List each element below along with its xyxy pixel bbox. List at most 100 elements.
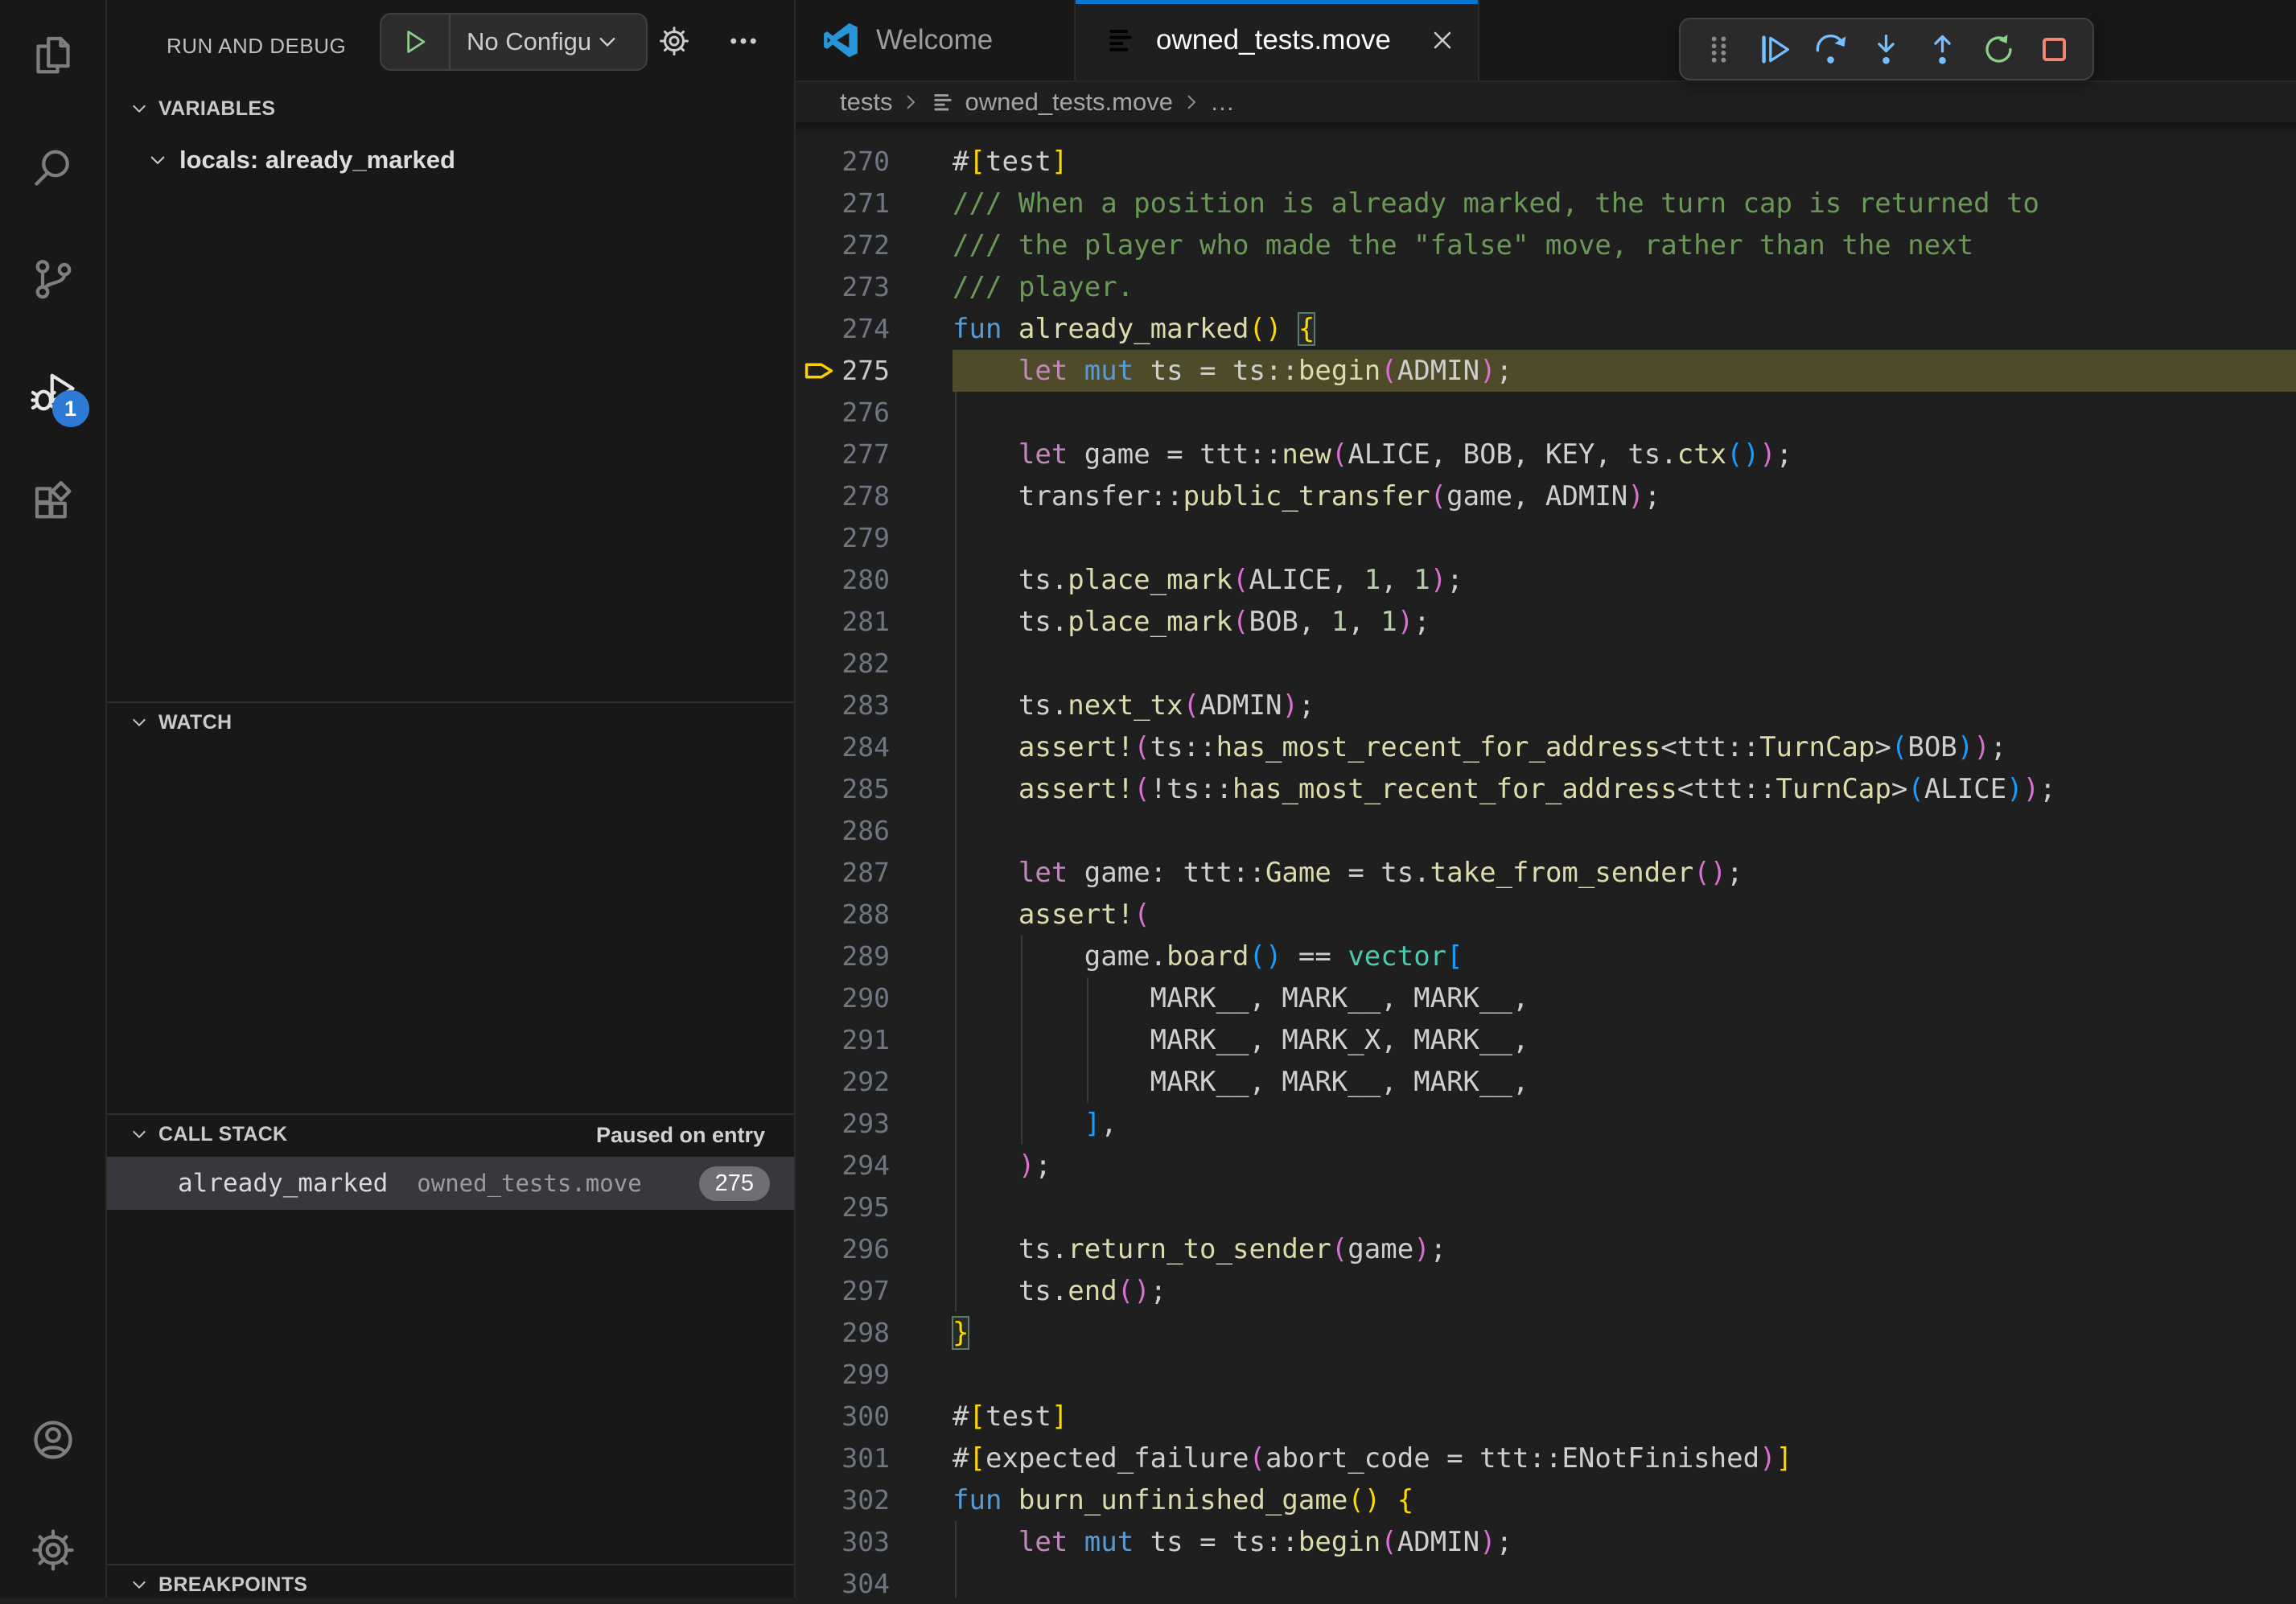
debug-config-dropdown[interactable]: No Configura <box>380 13 648 71</box>
code-line[interactable]: 279 <box>796 517 2296 559</box>
code-line[interactable]: 288 assert!( <box>796 894 2296 936</box>
activity-item-explorer[interactable] <box>23 26 83 85</box>
gutter[interactable]: 288 <box>796 894 953 936</box>
code-line[interactable]: 303 let mut ts = ts::begin(ADMIN); <box>796 1521 2296 1563</box>
gutter[interactable]: 295 <box>796 1187 953 1228</box>
code-line[interactable]: 284 assert!(ts::has_most_recent_for_addr… <box>796 726 2296 768</box>
gutter[interactable]: 276 <box>796 392 953 434</box>
debug-settings-gear-icon[interactable] <box>657 24 691 58</box>
code-line[interactable]: 273/// player. <box>796 266 2296 308</box>
restart-button[interactable] <box>1975 26 2022 72</box>
breadcrumb-item[interactable]: tests <box>840 88 892 117</box>
start-debug-icon[interactable] <box>381 26 449 58</box>
toolbar-gripper[interactable] <box>1695 26 1742 72</box>
gutter[interactable]: 294 <box>796 1145 953 1187</box>
chevron-down-icon[interactable] <box>594 28 621 56</box>
code-line[interactable]: 304 <box>796 1563 2296 1598</box>
code-line[interactable]: 294 ); <box>796 1145 2296 1187</box>
gutter[interactable]: 285 <box>796 768 953 810</box>
code-line[interactable]: 302fun burn_unfinished_game() { <box>796 1479 2296 1521</box>
gutter[interactable]: 280 <box>796 559 953 601</box>
gutter[interactable]: 304 <box>796 1563 953 1598</box>
code-line[interactable]: 275 let mut ts = ts::begin(ADMIN); <box>796 350 2296 392</box>
code-line[interactable]: 272/// the player who made the "false" m… <box>796 224 2296 266</box>
gutter[interactable]: 286 <box>796 810 953 852</box>
code-line[interactable]: 283 ts.next_tx(ADMIN); <box>796 685 2296 726</box>
code-line[interactable]: 270#[test] <box>796 141 2296 183</box>
gutter[interactable]: 279 <box>796 517 953 559</box>
code-line[interactable]: 277 let game = ttt::new(ALICE, BOB, KEY,… <box>796 434 2296 475</box>
activity-item-settings[interactable] <box>23 1520 83 1580</box>
gutter[interactable]: 270 <box>796 141 953 183</box>
gutter[interactable]: 274 <box>796 308 953 350</box>
gutter[interactable]: 277 <box>796 434 953 475</box>
code-line[interactable]: 285 assert!(!ts::has_most_recent_for_add… <box>796 768 2296 810</box>
code-line[interactable]: 296 ts.return_to_sender(game); <box>796 1228 2296 1270</box>
section-variables[interactable]: VARIABLES <box>107 89 794 128</box>
activity-item-source-control[interactable] <box>23 249 83 309</box>
code-line[interactable]: 299 <box>796 1354 2296 1396</box>
code-line[interactable]: 287 let game: ttt::Game = ts.take_from_s… <box>796 852 2296 894</box>
gutter[interactable]: 271 <box>796 183 953 224</box>
gutter[interactable]: 299 <box>796 1354 953 1396</box>
code-line[interactable]: 281 ts.place_mark(BOB, 1, 1); <box>796 601 2296 643</box>
code-line[interactable]: 290 MARK__, MARK__, MARK__, <box>796 977 2296 1019</box>
activity-item-extensions[interactable] <box>23 474 83 533</box>
code-line[interactable]: 286 <box>796 810 2296 852</box>
more-actions-icon[interactable] <box>726 24 760 58</box>
code-line[interactable]: 271/// When a position is already marked… <box>796 183 2296 224</box>
stop-button[interactable] <box>2031 26 2078 72</box>
step-over-button[interactable] <box>1807 26 1854 72</box>
gutter[interactable]: 281 <box>796 601 953 643</box>
gutter[interactable]: 293 <box>796 1103 953 1145</box>
code-line[interactable]: 301#[expected_failure(abort_code = ttt::… <box>796 1437 2296 1479</box>
gutter[interactable]: 296 <box>796 1228 953 1270</box>
gutter[interactable]: 282 <box>796 643 953 685</box>
debug-config-label[interactable]: No Configura <box>467 27 592 56</box>
step-out-button[interactable] <box>1920 26 1966 72</box>
gutter[interactable]: 300 <box>796 1396 953 1437</box>
code-line[interactable]: 297 ts.end(); <box>796 1270 2296 1312</box>
activity-item-account[interactable] <box>23 1410 83 1470</box>
activity-item-run-and-debug[interactable]: 1 <box>23 363 83 422</box>
step-into-button[interactable] <box>1863 26 1910 72</box>
code-line[interactable]: 278 transfer::public_transfer(game, ADMI… <box>796 475 2296 517</box>
code-line[interactable]: 282 <box>796 643 2296 685</box>
code-line[interactable]: 292 MARK__, MARK__, MARK__, <box>796 1061 2296 1103</box>
gutter[interactable]: 298 <box>796 1312 953 1354</box>
code-line[interactable]: 291 MARK__, MARK_X, MARK__, <box>796 1019 2296 1061</box>
gutter[interactable]: 303 <box>796 1521 953 1563</box>
continue-button[interactable] <box>1751 26 1798 72</box>
gutter[interactable]: 287 <box>796 852 953 894</box>
close-icon[interactable] <box>1428 26 1457 55</box>
gutter[interactable]: 275 <box>796 350 953 392</box>
gutter[interactable]: 302 <box>796 1479 953 1521</box>
breadcrumb-item[interactable]: … <box>1210 88 1235 117</box>
section-watch[interactable]: WATCH <box>107 703 794 742</box>
code-line[interactable]: 289 game.board() == vector[ <box>796 936 2296 977</box>
gutter[interactable]: 272 <box>796 224 953 266</box>
section-breakpoints[interactable]: BREAKPOINTS <box>107 1565 794 1604</box>
gutter[interactable]: 292 <box>796 1061 953 1103</box>
code-line[interactable]: 295 <box>796 1187 2296 1228</box>
gutter[interactable]: 289 <box>796 936 953 977</box>
tab-owned-tests-move[interactable]: owned_tests.move <box>1076 0 1479 80</box>
gutter[interactable]: 273 <box>796 266 953 308</box>
code-line[interactable]: 298} <box>796 1312 2296 1354</box>
activity-item-search[interactable] <box>23 138 83 198</box>
gutter[interactable]: 301 <box>796 1437 953 1479</box>
gutter[interactable]: 290 <box>796 977 953 1019</box>
code-line[interactable]: 274fun already_marked() { <box>796 308 2296 350</box>
variables-scope-row[interactable]: locals: already_marked <box>107 138 794 182</box>
tab-welcome[interactable]: Welcome <box>796 0 1076 80</box>
gutter[interactable]: 284 <box>796 726 953 768</box>
gutter[interactable]: 283 <box>796 685 953 726</box>
code-line[interactable]: 293 ], <box>796 1103 2296 1145</box>
gutter[interactable]: 278 <box>796 475 953 517</box>
breadcrumb-item[interactable]: owned_tests.move <box>965 88 1172 117</box>
call-stack-frame[interactable]: already_markedowned_tests.move275 <box>107 1157 794 1210</box>
code-editor[interactable]: 270#[test]271/// When a position is alre… <box>796 122 2296 1598</box>
gutter[interactable]: 291 <box>796 1019 953 1061</box>
code-line[interactable]: 280 ts.place_mark(ALICE, 1, 1); <box>796 559 2296 601</box>
gutter[interactable]: 297 <box>796 1270 953 1312</box>
